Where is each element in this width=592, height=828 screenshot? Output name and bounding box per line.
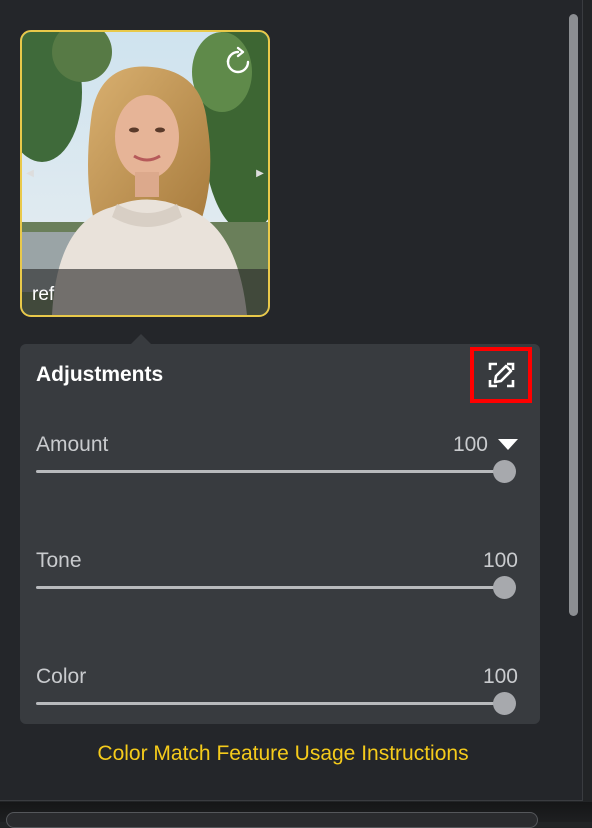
slider-knob[interactable] <box>492 692 516 715</box>
scrollbar-thumb[interactable] <box>569 14 578 616</box>
previous-arrow-icon[interactable]: ◀ <box>24 168 36 180</box>
bottom-pill <box>6 812 538 828</box>
slider-value[interactable]: 100 <box>483 549 518 573</box>
edit-button[interactable] <box>470 347 532 403</box>
thumbnail-label-bar <box>22 269 268 315</box>
next-arrow-icon[interactable]: ▶ <box>254 168 266 180</box>
slider-knob[interactable] <box>492 460 516 483</box>
reference-label: ref <box>32 284 55 305</box>
slider-label: Color <box>36 665 87 688</box>
adjustments-card: Adjustments Amount 100 Tone 100 Color 10… <box>20 344 540 724</box>
bottom-strip <box>0 802 592 828</box>
slider-value[interactable]: 100 <box>453 433 488 457</box>
slider-knob[interactable] <box>492 576 516 599</box>
color-match-panel: ◀ ▶ ref Adjustments Amount 100 Tone 100 … <box>0 0 583 801</box>
refresh-icon[interactable] <box>222 46 254 78</box>
slider-track[interactable] <box>36 470 504 473</box>
edit-icon <box>488 362 515 388</box>
slider-label: Tone <box>36 549 82 572</box>
dropdown-arrow-icon[interactable] <box>498 439 518 450</box>
card-pointer <box>131 334 151 344</box>
slider-track[interactable] <box>36 702 504 705</box>
slider-label: Amount <box>36 433 109 456</box>
slider-track[interactable] <box>36 586 504 589</box>
reference-image-thumbnail[interactable]: ◀ ▶ ref <box>20 30 270 317</box>
adjustments-title: Adjustments <box>36 363 164 386</box>
usage-instructions-link[interactable]: Color Match Feature Usage Instructions <box>0 742 566 766</box>
slider-value[interactable]: 100 <box>483 665 518 689</box>
